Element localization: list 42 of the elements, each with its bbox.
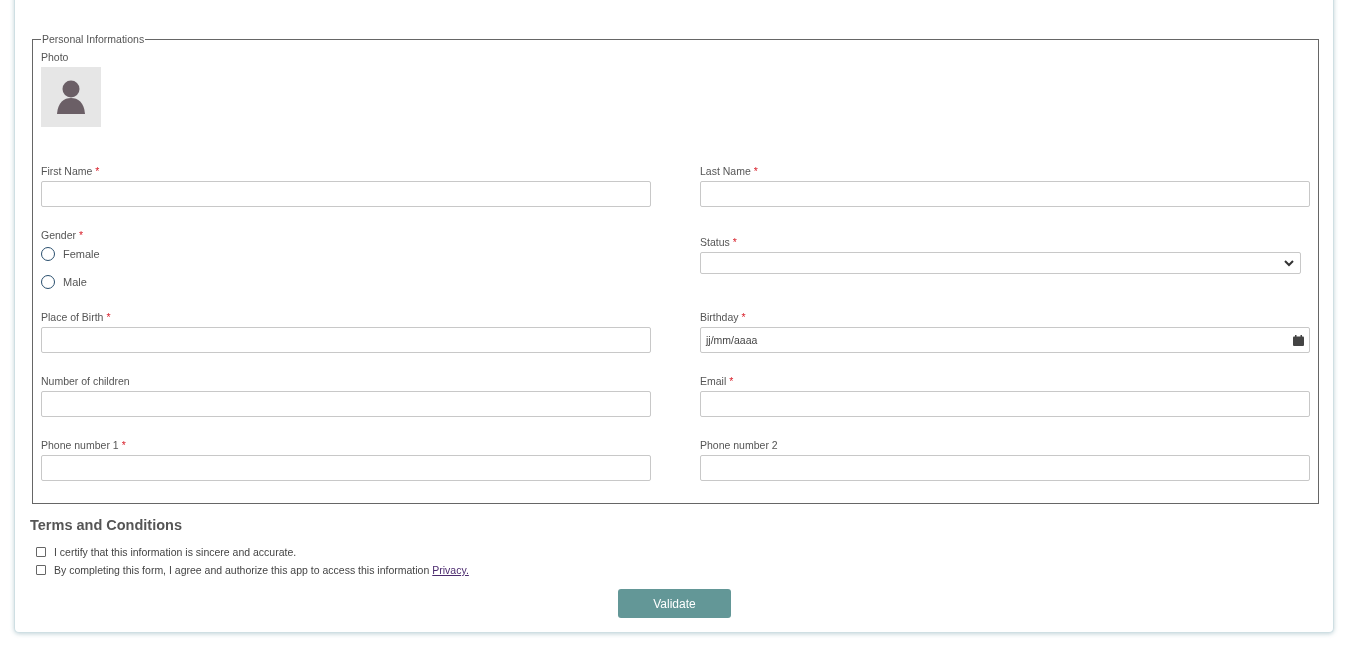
field-label: Status bbox=[700, 236, 730, 248]
required-mark: * bbox=[732, 236, 737, 248]
checkbox[interactable] bbox=[36, 547, 46, 557]
text-input[interactable] bbox=[41, 455, 651, 481]
person-silhouette-icon bbox=[55, 80, 87, 114]
section-title: Terms and Conditions bbox=[30, 517, 182, 533]
field-label: Number of children bbox=[41, 375, 130, 387]
privacy-link[interactable]: Privacy. bbox=[432, 564, 469, 576]
fieldset-legend: Personal Informations bbox=[41, 33, 146, 45]
required-mark: * bbox=[741, 311, 746, 323]
field-label: First Name bbox=[41, 165, 93, 177]
field-label: Gender bbox=[41, 229, 77, 241]
chevron-down-icon bbox=[1284, 259, 1294, 267]
checkbox-label: I certify that this information is sincere and accurate. bbox=[54, 546, 297, 558]
checkbox-label: By completing this form, I agree and authorize this app to access this information bbox=[54, 564, 430, 576]
field-label: Place of Birth bbox=[41, 311, 104, 323]
field-label: Birthday bbox=[700, 311, 739, 323]
required-mark: * bbox=[79, 229, 84, 241]
text-input[interactable] bbox=[700, 181, 1310, 207]
photo-label: Photo bbox=[41, 51, 69, 63]
field-label: Phone number 2 bbox=[700, 439, 778, 451]
required-mark: * bbox=[95, 165, 100, 177]
radio-label: Male bbox=[63, 276, 87, 288]
required-mark: * bbox=[121, 439, 126, 451]
radio-label: Female bbox=[63, 248, 100, 260]
text-input[interactable] bbox=[700, 391, 1310, 417]
required-mark: * bbox=[106, 311, 111, 323]
field-label: Email bbox=[700, 375, 727, 387]
text-input[interactable] bbox=[41, 391, 651, 417]
avatar-placeholder[interactable] bbox=[41, 67, 101, 127]
field-label: Phone number 1 bbox=[41, 439, 119, 451]
calendar-icon[interactable] bbox=[1293, 334, 1304, 346]
field-label: Last Name bbox=[700, 165, 751, 177]
required-mark: * bbox=[729, 375, 734, 387]
text-input[interactable] bbox=[41, 181, 651, 207]
date-input[interactable]: jj/mm/aaaa bbox=[700, 327, 1310, 353]
required-mark: * bbox=[753, 165, 758, 177]
text-input[interactable] bbox=[700, 455, 1310, 481]
status-select[interactable] bbox=[700, 252, 1301, 274]
text-input[interactable] bbox=[41, 327, 651, 353]
date-placeholder: jj/mm/aaaa bbox=[706, 334, 758, 346]
checkbox[interactable] bbox=[36, 565, 46, 575]
